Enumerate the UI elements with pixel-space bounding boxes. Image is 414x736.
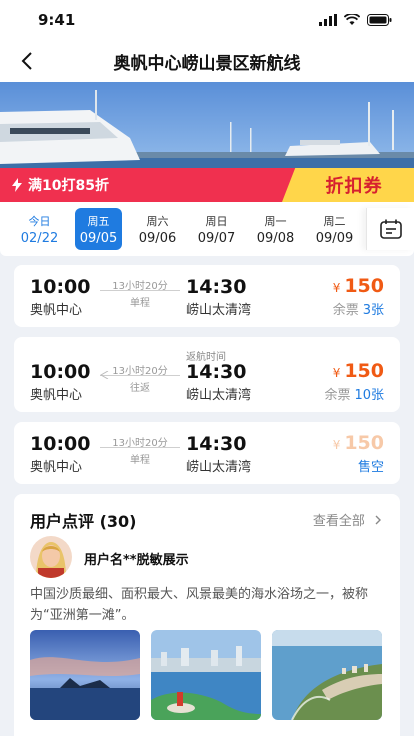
trip-type: 单程 xyxy=(130,298,150,309)
seats-remaining: 余票 3张 xyxy=(333,299,384,318)
seats-count: 10张 xyxy=(354,388,384,403)
status-bar: 9:41 xyxy=(0,0,414,40)
review-user-name: 用户名**脱敏展示 xyxy=(84,553,189,568)
discount-promo[interactable]: 满10打85折 折扣券 xyxy=(0,168,414,202)
arrival-time: 14:30 xyxy=(186,433,247,455)
price-value: 150 xyxy=(344,275,384,297)
seats-count: 3张 xyxy=(362,303,384,318)
arrival-time: 14:30 xyxy=(186,361,247,383)
reviews-section: 用户点评 (30) 查看全部 用户名**脱敏展示 中国沙质最细、面积最大、风景最… xyxy=(14,494,400,736)
seats-remaining: 余票 10张 xyxy=(324,384,384,403)
calendar-icon xyxy=(379,219,402,239)
date-tab[interactable]: 周日 09/07 xyxy=(187,208,246,250)
price-currency: ¥ xyxy=(332,281,341,295)
price-currency: ¥ xyxy=(332,438,341,452)
route-line xyxy=(100,290,180,291)
calendar-button[interactable] xyxy=(366,208,414,250)
city-bay-photo xyxy=(151,630,261,720)
date-weekday: 周五 xyxy=(87,214,110,228)
price-currency: ¥ xyxy=(332,366,341,380)
review-photo[interactable] xyxy=(151,630,261,720)
departure-port: 奥帆中心 xyxy=(30,388,83,403)
date-weekday: 周日 xyxy=(205,214,228,228)
banner[interactable]: 满10打85折 折扣券 xyxy=(0,82,414,202)
trip-card[interactable]: 返航时间 10:00 奥帆中心 13小时20分 往返 14:30 崂山太清湾 ¥… xyxy=(14,337,400,412)
date-value: 09/06 xyxy=(138,230,177,246)
promo-text: 满10打85折 xyxy=(28,178,109,194)
view-all-label: 查看全部 xyxy=(312,514,365,529)
date-value: 02/22 xyxy=(20,230,59,246)
view-all-link[interactable]: 查看全部 xyxy=(313,510,382,529)
date-tab[interactable]: 周一 09/08 xyxy=(246,208,305,250)
battery-icon xyxy=(367,14,392,26)
coastline-aerial-photo xyxy=(272,630,382,720)
trip-card[interactable]: 10:00 奥帆中心 13小时20分 单程 14:30 崂山太清湾 ¥150 余… xyxy=(14,265,400,327)
page-title: 奥帆中心崂山景区新航线 xyxy=(113,53,301,74)
status-icons xyxy=(319,14,392,26)
nav-bar: 奥帆中心崂山景区新航线 xyxy=(0,40,414,82)
wifi-icon xyxy=(344,14,360,25)
trip-type: 往返 xyxy=(130,383,150,394)
price: ¥150 xyxy=(333,432,384,454)
departure-time: 10:00 xyxy=(30,361,91,383)
status-time: 9:41 xyxy=(38,11,76,29)
review-photos xyxy=(30,630,382,720)
avatar[interactable] xyxy=(30,536,72,578)
trip-type: 单程 xyxy=(130,455,150,466)
sunset-coast-photo xyxy=(30,630,140,720)
date-tab[interactable]: 周二 09/09 xyxy=(305,208,364,250)
date-value: 09/07 xyxy=(197,230,236,246)
review-photo[interactable] xyxy=(272,630,382,720)
lightning-icon xyxy=(12,178,22,192)
price-value: 150 xyxy=(344,432,384,454)
sold-out-label: 售空 xyxy=(357,460,384,475)
date-value: 09/05 xyxy=(79,230,118,246)
promo-discount-label: 满10打85折 xyxy=(0,168,300,202)
arrival-port: 崂山太清湾 xyxy=(186,303,252,318)
date-value: 09/09 xyxy=(315,230,354,246)
date-weekday: 周二 xyxy=(323,214,346,228)
date-tab[interactable]: 周六 09/06 xyxy=(128,208,187,250)
date-tab-today[interactable]: 今日 02/22 xyxy=(10,208,69,250)
price: ¥150 xyxy=(333,360,384,382)
chevron-right-icon xyxy=(375,515,381,525)
route-line xyxy=(100,375,180,376)
reviews-title: 用户点评 (30) xyxy=(30,512,137,531)
date-weekday: 周一 xyxy=(264,214,287,228)
trip-card-sold-out[interactable]: 10:00 奥帆中心 13小时20分 单程 14:30 崂山太清湾 ¥150 售… xyxy=(14,422,400,484)
back-button[interactable] xyxy=(14,48,40,74)
date-weekday: 周六 xyxy=(146,214,169,228)
date-weekday: 今日 xyxy=(28,214,51,228)
signal-icon xyxy=(319,14,337,26)
user-avatar-image xyxy=(30,536,72,578)
arrival-port: 崂山太清湾 xyxy=(186,460,252,475)
arrival-time: 14:30 xyxy=(186,276,247,298)
review-text: 中国沙质最细、面积最大、风景最美的海水浴场之一，被称为“亚洲第一滩”。 xyxy=(30,587,369,623)
date-selector: 今日 02/22 周五 09/05 周六 09/06 周日 09/07 周一 0… xyxy=(0,202,414,256)
back-arrow-icon xyxy=(21,52,32,70)
departure-time: 10:00 xyxy=(30,276,91,298)
coupon-button[interactable]: 折扣券 xyxy=(282,168,414,202)
return-arrow-icon xyxy=(100,371,109,379)
date-value: 09/08 xyxy=(256,230,295,246)
seats-label: 余票 xyxy=(324,388,351,403)
review-photo[interactable] xyxy=(30,630,140,720)
departure-time: 10:00 xyxy=(30,433,91,455)
date-tab-selected[interactable]: 周五 09/05 xyxy=(75,208,122,250)
price: ¥150 xyxy=(333,275,384,297)
departure-port: 奥帆中心 xyxy=(30,303,83,318)
price-value: 150 xyxy=(344,360,384,382)
seats-label: 余票 xyxy=(332,303,359,318)
departure-port: 奥帆中心 xyxy=(30,460,83,475)
route-line xyxy=(100,447,180,448)
arrival-port: 崂山太清湾 xyxy=(186,388,252,403)
